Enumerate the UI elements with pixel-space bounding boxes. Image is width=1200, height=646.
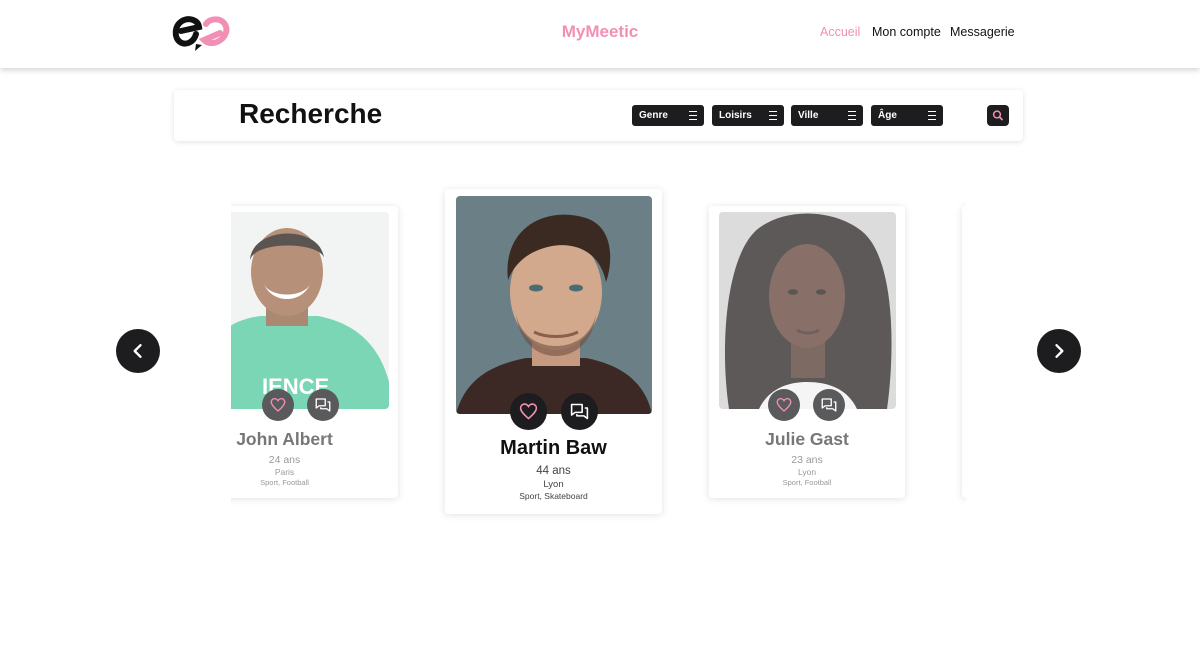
profile-card-john[interactable]: IENCE John Albert 24 ans Paris Sport, Fo… [231, 206, 398, 498]
profile-city: Lyon [543, 479, 564, 490]
menu-lines-icon [689, 111, 697, 120]
filter-ville-label: Ville [798, 110, 819, 121]
profile-card-next[interactable] [962, 206, 966, 498]
profile-age: 44 ans [536, 465, 571, 477]
profile-city: Lyon [797, 467, 817, 477]
search-button[interactable] [987, 105, 1009, 126]
profile-name: Martin Baw [500, 437, 607, 459]
message-button[interactable] [813, 389, 845, 421]
filter-age-label: Âge [878, 110, 897, 121]
profile-card-martin[interactable]: Martin Baw 44 ans Lyon Sport, Skateboard [445, 189, 662, 514]
profile-photo: IENCE [231, 212, 389, 409]
brand-title[interactable]: MyMeetic [0, 22, 1200, 42]
search-panel: Recherche Genre Loisirs Ville Âge [174, 90, 1023, 141]
profile-hobbies: Sport, Football [782, 478, 832, 487]
menu-lines-icon [848, 111, 856, 120]
profile-name: Julie Gast [765, 429, 849, 449]
chevron-right-icon [1055, 344, 1064, 358]
profile-card-julie[interactable]: Julie Gast 23 ans Lyon Sport, Football [709, 206, 905, 498]
chevron-left-icon [133, 344, 142, 358]
filter-loisirs[interactable]: Loisirs [712, 105, 784, 126]
menu-lines-icon [769, 111, 777, 120]
carousel-next-button[interactable] [1037, 329, 1081, 373]
message-button[interactable] [307, 389, 339, 421]
nav-mon-compte[interactable]: Mon compte [872, 25, 941, 39]
profile-age: 24 ans [268, 454, 301, 466]
like-button[interactable] [768, 389, 800, 421]
profile-photo [719, 212, 896, 409]
profile-name: John Albert [236, 429, 333, 449]
filter-age[interactable]: Âge [871, 105, 943, 126]
heart-icon [519, 403, 538, 420]
profile-carousel: IENCE John Albert 24 ans Paris Sport, Fo… [231, 180, 966, 530]
profile-hobbies: Sport, Football [260, 478, 309, 487]
top-bar: MyMeetic Accueil Mon compte Messagerie [0, 0, 1200, 68]
heart-icon [776, 397, 792, 412]
message-button[interactable] [561, 393, 598, 430]
profile-age: 23 ans [791, 454, 823, 466]
profile-hobbies: Sport, Skateboard [519, 491, 588, 501]
nav-messagerie[interactable]: Messagerie [950, 25, 1015, 39]
filter-ville[interactable]: Ville [791, 105, 863, 126]
filter-genre-label: Genre [639, 110, 668, 121]
chat-icon [821, 398, 837, 412]
chat-icon [315, 398, 331, 412]
heart-icon [270, 397, 286, 412]
profile-city: Paris [274, 467, 295, 477]
carousel-prev-button[interactable] [116, 329, 160, 373]
filter-loisirs-label: Loisirs [719, 110, 752, 121]
filter-genre[interactable]: Genre [632, 105, 704, 126]
search-title: Recherche [239, 98, 383, 129]
nav-accueil[interactable]: Accueil [820, 25, 860, 39]
chat-icon [570, 403, 589, 420]
search-icon [992, 110, 1003, 121]
photo-dim-overlay [719, 212, 896, 409]
menu-lines-icon [928, 111, 936, 120]
like-button[interactable] [510, 393, 547, 430]
photo-dim-overlay [231, 212, 389, 409]
like-button[interactable] [262, 389, 294, 421]
profile-photo [456, 196, 652, 414]
